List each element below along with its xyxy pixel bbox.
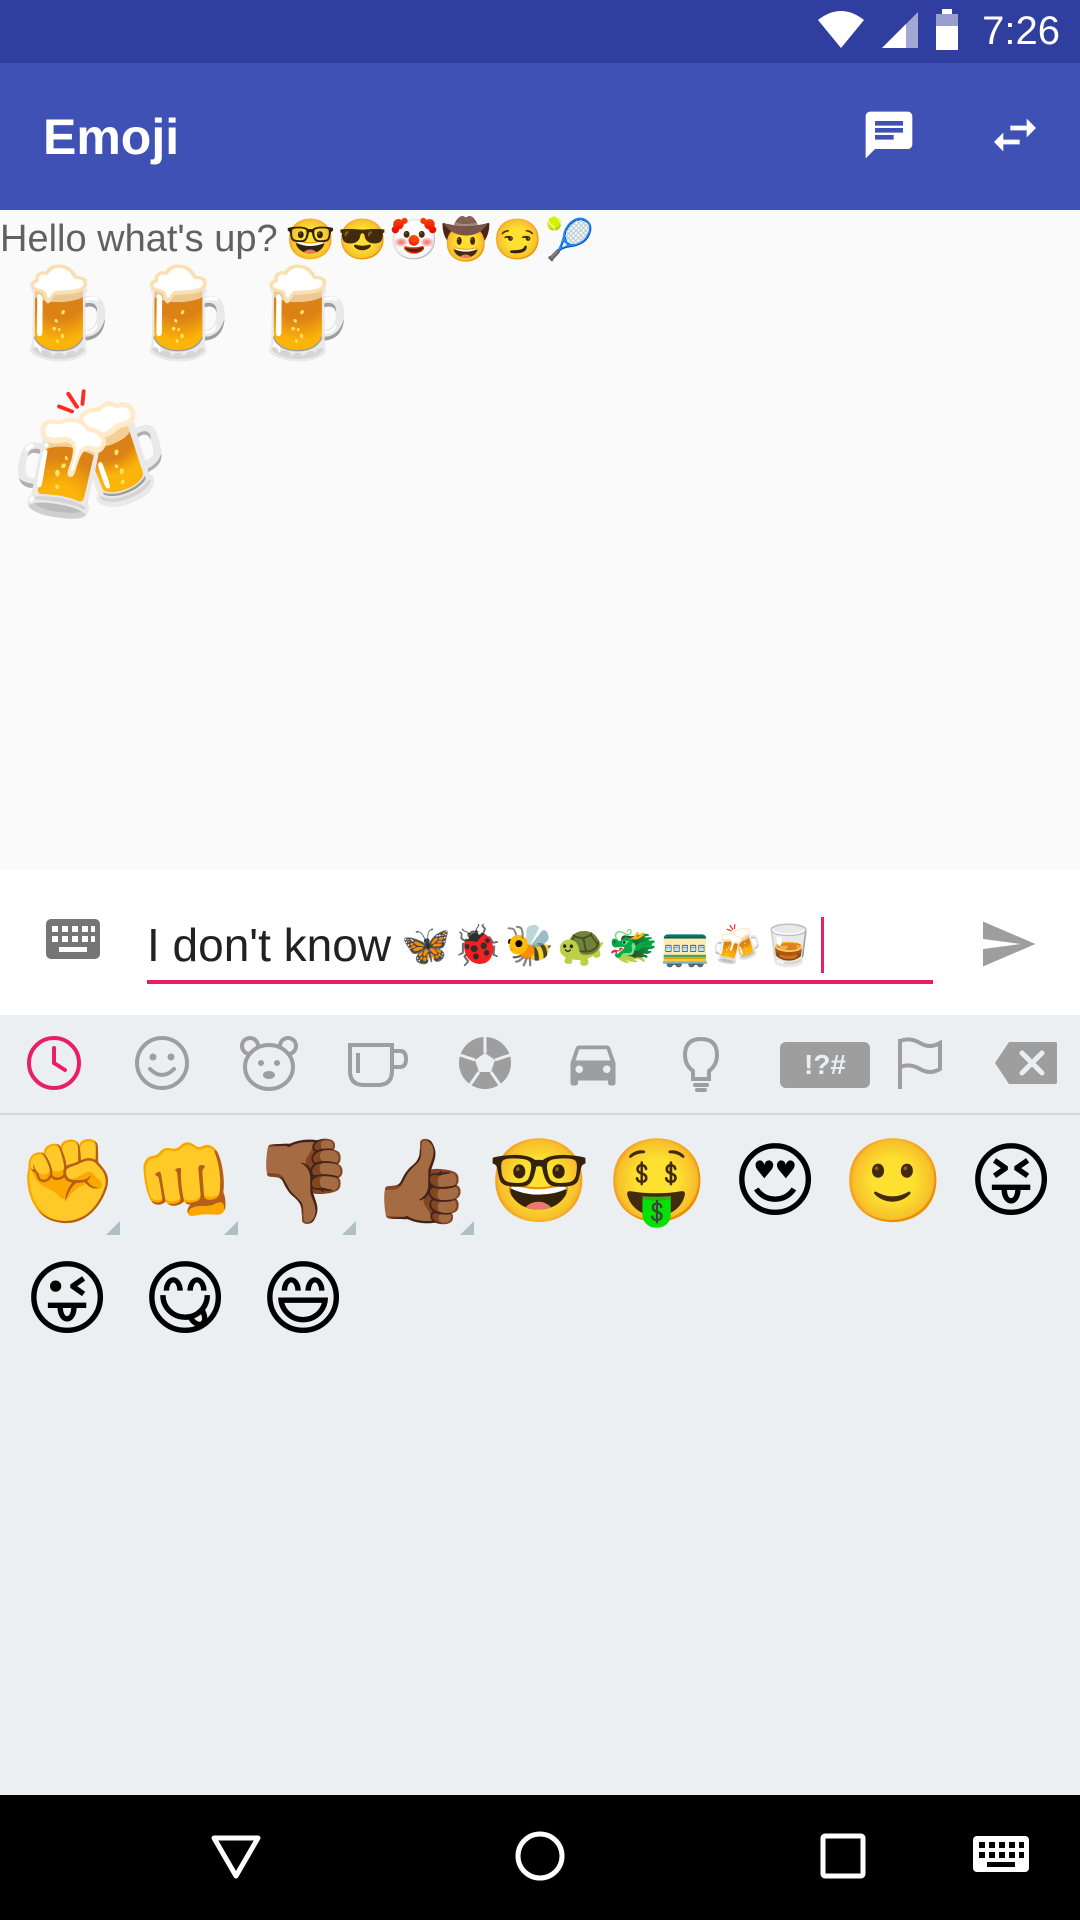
navigation-bar: [0, 1795, 1080, 1920]
message-text-line: Hello what's up? 🤓😎🤡🤠😏🎾: [0, 216, 596, 263]
smiley-icon: [132, 1033, 192, 1097]
keyboard-switch-button[interactable]: [966, 1823, 1036, 1893]
tab-sports[interactable]: [453, 1033, 517, 1097]
keyboard-icon: [46, 919, 100, 963]
emoji-key[interactable]: 👊: [126, 1123, 244, 1241]
tab-symbols[interactable]: !?#: [777, 1033, 873, 1097]
emoji-keyboard: !?# ✊ 👊 👎🏾 👍🏾 🤓 🤑 😍 🙂 😝 😜 😋 😄: [0, 1015, 1080, 1795]
input-text: I don't know: [147, 919, 392, 971]
input-emojis: 🦋🐞🐝🐢🐲🚃🍻🥃: [401, 923, 816, 968]
status-icons: 7:26: [816, 0, 1060, 63]
emoji-key[interactable]: 😍: [716, 1123, 834, 1241]
home-button[interactable]: [505, 1823, 575, 1893]
variant-indicator: [106, 1221, 120, 1235]
keyboard-toggle-button[interactable]: [40, 915, 106, 967]
emoji-key[interactable]: ✊: [8, 1123, 126, 1241]
emoji-key[interactable]: 😜: [8, 1241, 126, 1359]
emoji-category-tabs: !?#: [0, 1015, 1080, 1115]
emoji-key[interactable]: 😝: [952, 1123, 1070, 1241]
tab-animals[interactable]: [237, 1033, 301, 1097]
keyboard-switch-icon: [973, 1836, 1029, 1880]
back-button[interactable]: [201, 1823, 271, 1893]
message-list: Hello what's up? 🤓😎🤡🤠😏🎾 🍺🍺🍺 🍻: [0, 210, 1080, 870]
status-bar: 7:26: [0, 0, 1080, 63]
app-bar: Emoji: [0, 63, 1080, 210]
recents-button[interactable]: [808, 1823, 878, 1893]
tab-flags[interactable]: [886, 1033, 950, 1097]
emoji-key[interactable]: 🤑: [598, 1123, 716, 1241]
symbols-icon-label: !?#: [804, 1049, 846, 1080]
recent-icon: [24, 1033, 84, 1097]
tab-smileys[interactable]: [130, 1033, 194, 1097]
backspace-icon: [993, 1040, 1059, 1090]
send-icon: [978, 914, 1038, 978]
tab-food[interactable]: [345, 1033, 409, 1097]
variant-indicator: [460, 1221, 474, 1235]
tab-recent[interactable]: [22, 1033, 86, 1097]
back-icon: [208, 1828, 264, 1888]
chat-button[interactable]: [853, 101, 925, 173]
flag-icon: [888, 1033, 948, 1097]
message-beers: 🍺🍺🍺: [8, 261, 367, 364]
food-icon: [344, 1033, 410, 1097]
home-icon: [512, 1828, 568, 1888]
variant-indicator: [342, 1221, 356, 1235]
emoji-key[interactable]: 🤓: [480, 1123, 598, 1241]
tab-objects[interactable]: [669, 1033, 733, 1097]
swap-button[interactable]: [979, 101, 1051, 173]
message-text: Hello what's up?: [0, 218, 278, 260]
emoji-key[interactable]: 👎🏾: [244, 1123, 362, 1241]
message-input[interactable]: I don't know 🦋🐞🐝🐢🐲🚃🍻🥃: [147, 908, 933, 984]
variant-indicator: [224, 1221, 238, 1235]
wifi-icon: [816, 10, 866, 54]
swap-icon: [987, 107, 1043, 167]
message-cheers: 🍻: [8, 382, 170, 534]
backspace-button[interactable]: [991, 1033, 1061, 1097]
emoji-key[interactable]: 😄: [244, 1241, 362, 1359]
battery-icon: [934, 8, 960, 55]
page-title: Emoji: [43, 109, 180, 165]
sports-icon: [455, 1033, 515, 1097]
chat-icon: [861, 107, 917, 167]
message-emojis: 🤓😎🤡🤠😏🎾: [285, 218, 597, 262]
emoji-key[interactable]: 🙂: [834, 1123, 952, 1241]
bulb-icon: [671, 1033, 731, 1097]
animal-icon: [237, 1033, 301, 1097]
recents-icon: [815, 1828, 871, 1888]
compose-bar: I don't know 🦋🐞🐝🐢🐲🚃🍻🥃: [0, 870, 1080, 1015]
car-icon: [563, 1033, 623, 1097]
send-button[interactable]: [972, 910, 1044, 982]
emoji-key[interactable]: 😋: [126, 1241, 244, 1359]
text-cursor: [821, 917, 825, 973]
signal-icon: [880, 10, 920, 54]
emoji-key[interactable]: 👍🏾: [362, 1123, 480, 1241]
symbols-icon: !?#: [780, 1042, 870, 1088]
status-time: 7:26: [982, 9, 1060, 53]
message-input-content: I don't know 🦋🐞🐝🐢🐲🚃🍻🥃: [147, 912, 825, 978]
tab-travel[interactable]: [561, 1033, 625, 1097]
